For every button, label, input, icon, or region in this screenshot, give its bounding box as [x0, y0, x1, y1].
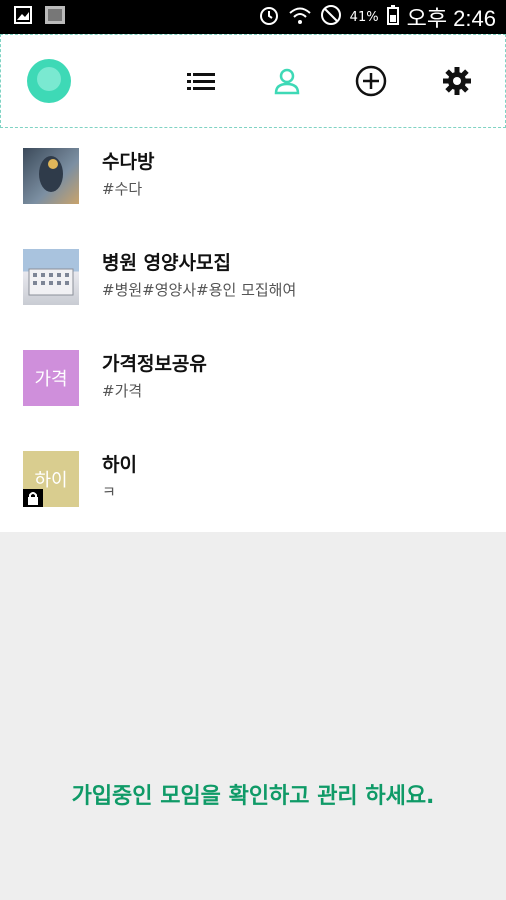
list-item[interactable]: 병원 영양사모집 #병원#영양사#용인 모집해여: [0, 229, 506, 330]
group-thumbnail: [23, 148, 79, 204]
battery-icon: [386, 5, 399, 29]
group-title: 가격정보공유: [102, 353, 207, 375]
lock-icon: [23, 489, 43, 507]
group-list: 수다방 #수다 병원 영양사모집 #병원#영양사#용인 모집해여 가격 가격정보…: [0, 128, 506, 532]
add-circle-icon[interactable]: [355, 65, 387, 97]
group-title: 병원 영양사모집: [102, 252, 231, 274]
battery-percent: 41%: [349, 9, 379, 25]
group-tags: #가격: [102, 382, 143, 400]
clock: 오후 2:46: [406, 6, 496, 31]
group-tags: ㅋ: [102, 483, 116, 501]
wifi-icon: [288, 4, 312, 30]
list-icon[interactable]: [185, 65, 217, 97]
group-title: 하이: [102, 454, 137, 476]
gallery-icon: [14, 6, 32, 28]
empty-hint-message: 가입중인 모임을 확인하고 관리 하세요.: [71, 784, 435, 809]
group-thumbnail: 하이: [23, 451, 79, 507]
gear-icon[interactable]: [441, 65, 473, 97]
group-title: 수다방: [102, 151, 155, 173]
thumbnail-label: 가격: [34, 369, 68, 390]
top-toolbar: [0, 34, 506, 128]
logo-bubble-icon[interactable]: [27, 59, 71, 103]
group-thumbnail: [23, 249, 79, 305]
person-icon[interactable]: [271, 65, 303, 97]
status-bar: 41% 오후 2:46: [0, 0, 506, 34]
list-item[interactable]: 수다방 #수다: [0, 128, 506, 229]
image-icon: [44, 5, 66, 29]
list-item[interactable]: 가격 가격정보공유 #가격: [0, 330, 506, 431]
dnd-icon: [320, 4, 342, 30]
group-tags: #병원#영양사#용인 모집해여: [102, 281, 297, 299]
alarm-icon: [258, 4, 280, 30]
list-item[interactable]: 하이 하이 ㅋ: [0, 431, 506, 532]
group-tags: #수다: [102, 180, 143, 198]
group-thumbnail: 가격: [23, 350, 79, 406]
